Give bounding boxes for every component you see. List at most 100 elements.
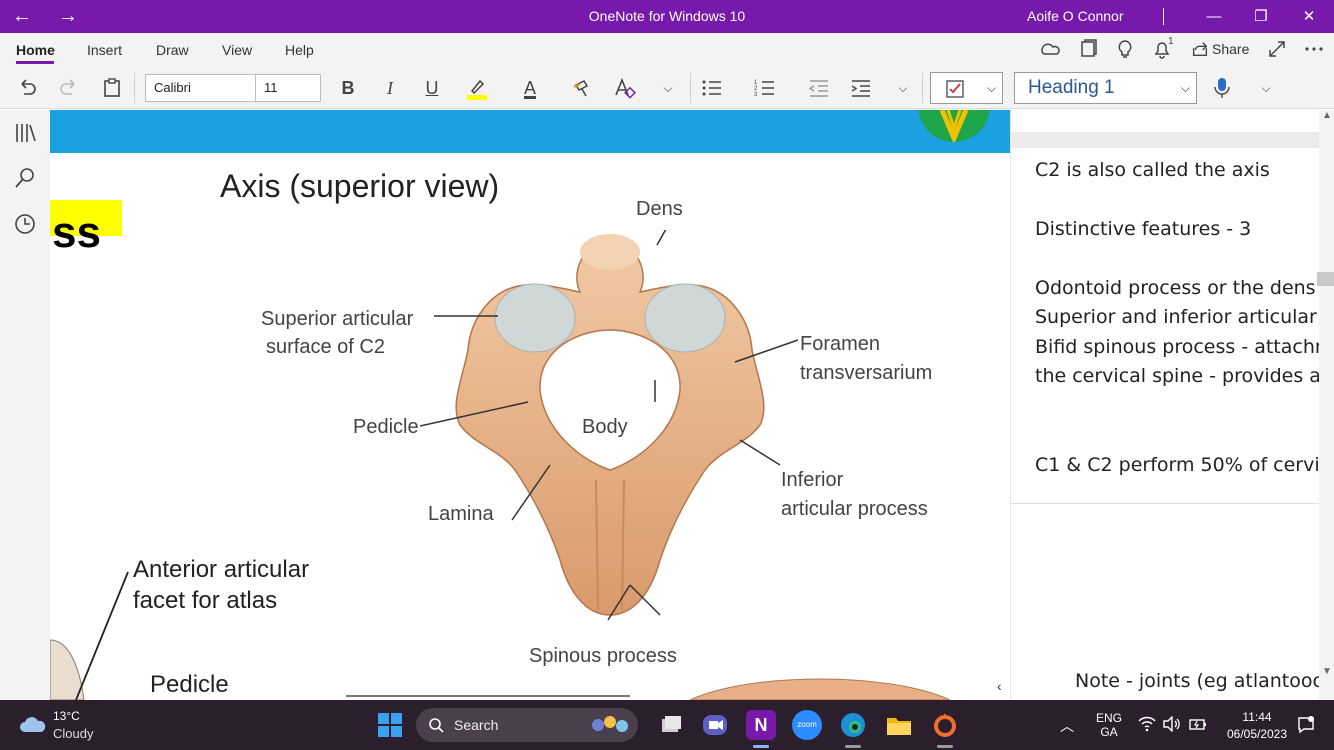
dictate-chevron-icon[interactable]: ⌵ [1256,75,1276,101]
language-indicator[interactable]: ENG GA [1092,711,1126,739]
page-view-icon[interactable] [1077,38,1099,60]
task-view-icon[interactable] [656,710,686,740]
clock-date: 06/05/2023 [1226,727,1288,741]
label-transversarium: transversarium [800,362,933,384]
notes-pane[interactable]: C2 is also called the axis Distinctive f… [1010,110,1334,700]
recent-notes-clock-icon[interactable] [12,211,38,237]
numbered-list-icon[interactable]: 123 [752,75,778,101]
more-formatting-chevron-icon[interactable]: ⌵ [658,75,678,101]
format-painter-icon[interactable] [570,75,596,101]
notes-top-strip [1011,132,1319,148]
note-line: C2 is also called the axis [1035,159,1270,181]
volume-icon[interactable] [1162,716,1182,732]
note-line: the cervical spine - provides at [1035,365,1329,387]
figure-title: Axis (superior view) [220,168,500,204]
teams-chat-icon[interactable] [700,710,730,740]
font-size-field[interactable]: 11 [255,74,321,102]
show-hidden-icons-chevron-icon[interactable]: ︿ [1060,716,1074,736]
horizontal-scrollbar[interactable] [346,695,630,697]
notification-center-icon[interactable] [1296,715,1316,735]
decrease-indent-icon[interactable] [806,75,832,101]
edge-browser-icon[interactable] [838,710,868,740]
battery-icon[interactable] [1188,716,1208,732]
edge-running-indicator [845,745,861,748]
scroll-up-icon[interactable]: ▲ [1322,110,1332,121]
style-chevron-icon: ⌵ [1180,81,1190,95]
clear-formatting-icon[interactable] [612,75,638,101]
highlighter-icon[interactable] [464,75,490,101]
onenote-running-indicator [753,745,769,748]
increase-indent-icon[interactable] [848,75,874,101]
windows-start-icon[interactable] [377,712,403,738]
window-title: OneNote for Windows 10 [588,8,746,24]
bullet-list-icon[interactable] [699,75,725,101]
origin-running-indicator [937,745,953,748]
label-lamina: Lamina [428,503,494,525]
tag-dropdown[interactable]: ⌵ [930,72,1003,104]
collapse-pane-chevron-icon[interactable]: ‹ [997,678,1002,694]
search-highlight-flowers-icon [592,716,628,732]
search-icon[interactable] [12,165,38,191]
fullscreen-icon[interactable] [1266,38,1288,60]
vertical-scrollbar[interactable] [1319,110,1334,700]
scrollbar-thumb[interactable] [1317,272,1334,286]
restore-button[interactable]: ❐ [1238,0,1284,33]
label-spinous-process: Spinous process [529,645,677,667]
weather-condition[interactable]: Cloudy [53,726,93,741]
tab-draw[interactable]: Draw [156,42,189,58]
notebooks-icon[interactable] [12,120,38,146]
notification-count: 1 [1168,36,1174,47]
weather-cloud-icon[interactable] [19,714,47,734]
tab-home[interactable]: Home [16,42,55,58]
font-name-field[interactable]: Calibri [145,74,256,102]
language-line-2: GA [1100,725,1118,739]
bold-button[interactable]: B [336,75,360,101]
underline-button[interactable]: U [420,75,444,101]
file-explorer-icon[interactable] [884,710,914,740]
tab-help[interactable]: Help [285,42,314,58]
scroll-down-icon[interactable]: ▼ [1322,666,1332,677]
page-canvas[interactable]: ss Axis (superior view) Dens Superior ar… [50,110,1010,700]
tab-view[interactable]: View [222,42,252,58]
italic-button[interactable]: I [378,75,402,101]
style-dropdown-value: Heading 1 [1028,77,1115,98]
redo-icon[interactable] [56,75,82,101]
page-header-banner [50,110,1010,153]
lightbulb-icon[interactable] [1114,38,1136,60]
title-separator [1163,8,1164,25]
note-line: C1 & C2 perform 50% of cervic [1035,454,1331,476]
windows-taskbar: 13°C Cloudy Search N zoom ︿ ENG GA 11:44… [0,700,1334,750]
left-navigation [0,110,50,700]
dictate-microphone-icon[interactable] [1210,75,1234,101]
toolbar-separator [134,73,135,103]
clipboard-icon[interactable] [99,75,125,101]
lower-illustration-fragment [50,571,129,700]
close-button[interactable]: ✕ [1286,0,1332,33]
more-options-icon[interactable] [1302,38,1326,60]
tab-insert[interactable]: Insert [87,42,122,58]
label-dens: Dens [636,198,683,220]
label-facet-for-atlas: facet for atlas [133,587,278,614]
sticky-notes-icon[interactable] [1039,38,1061,60]
weather-temperature[interactable]: 13°C [53,709,80,723]
origin-app-icon[interactable] [930,710,960,740]
svg-text:3: 3 [754,92,758,98]
taskbar-search-box[interactable]: Search [416,708,638,742]
more-paragraph-chevron-icon[interactable]: ⌵ [893,75,913,101]
clock[interactable]: 11:44 06/05/2023 [1222,710,1292,741]
tag-dropdown-chevron-icon: ⌵ [987,81,997,95]
label-anterior-articular: Anterior articular [133,556,310,583]
label-lower-pedicle: Pedicle [150,671,229,698]
share-button[interactable]: Share [1212,41,1249,57]
share-icon[interactable] [1190,38,1210,60]
minimize-button[interactable]: — [1191,0,1237,33]
zoom-taskbar-icon[interactable]: zoom [792,710,822,740]
wifi-icon[interactable] [1138,716,1156,732]
note-line: Distinctive features - 3 [1035,218,1252,240]
onenote-taskbar-icon[interactable]: N [746,710,776,740]
label-foramen: Foramen [800,333,881,355]
undo-icon[interactable] [14,75,40,101]
font-color-button[interactable]: A [518,75,542,101]
style-dropdown[interactable]: Heading 1 ⌵ [1014,72,1197,104]
account-name[interactable]: Aoife O Connor [1027,0,1124,33]
